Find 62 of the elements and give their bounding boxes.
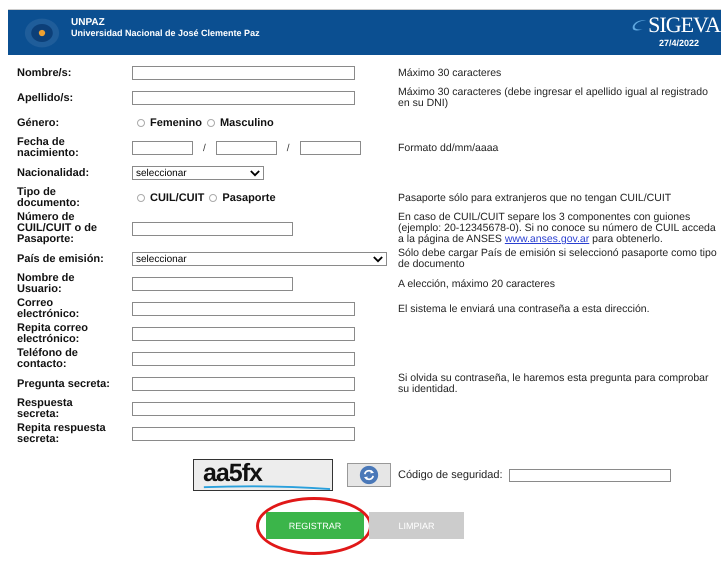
- field-label: Tipo de documento:: [17, 187, 81, 209]
- radio-label[interactable]: Pasaporte: [222, 192, 276, 204]
- field-label: Repita respuesta secreta:: [17, 423, 107, 445]
- input-field[interactable]: [132, 427, 355, 441]
- date-separator: /: [203, 142, 206, 154]
- field-label: Género:: [17, 116, 60, 130]
- help-text: Si olvida su contraseña, le haremos esta pregunta para comprobar su identidad.: [398, 373, 710, 395]
- help-text: Máximo 30 caracteres: [398, 68, 502, 78]
- field-label: Fecha de nacimiento:: [17, 137, 80, 159]
- field-label: Nacionalidad:: [17, 166, 90, 180]
- field-label: Apellido/s:: [17, 90, 74, 106]
- input-field[interactable]: [132, 402, 355, 416]
- refresh-button[interactable]: [347, 463, 391, 487]
- field-label: Pregunta secreta:: [17, 376, 111, 392]
- radio-label[interactable]: CUIL/CUIT: [150, 192, 204, 204]
- input-field[interactable]: [132, 91, 355, 105]
- radio-button[interactable]: [209, 194, 218, 202]
- field-label: Repita correo electrónico:: [17, 323, 89, 345]
- field-label: Código de seguridad:: [398, 469, 503, 481]
- header-date: 27/4/2022: [659, 38, 700, 48]
- help-text: Máximo 30 caracteres (debe ingresar el apellido igual al registrado en su DNI): [398, 87, 709, 109]
- help-text: El sistema le enviará una contraseña a esta dirección.: [398, 304, 651, 314]
- radio-button[interactable]: [137, 194, 145, 202]
- field-label: Nombre de Usuario:: [17, 273, 76, 295]
- field-label: Respuesta secreta:: [17, 398, 74, 420]
- input-field[interactable]: [132, 66, 355, 80]
- help-text: En caso de CUIL/CUIT separe los 3 componentes con guiones (ejemplo: 20-12345678-0). Si no conoce su número de CUIL acceda a la página de ANSES www.anses.gov.ar para obtenerlo.: [398, 212, 717, 245]
- org-acronym: UNPAZ: [71, 17, 106, 28]
- input-field[interactable]: [132, 327, 355, 341]
- system-name: SIGEVA: [648, 13, 720, 37]
- date-field[interactable]: [216, 141, 277, 155]
- help-text: Formato dd/mm/aaaa: [398, 142, 500, 154]
- chevron-down-icon: [373, 256, 383, 262]
- help-text: Sólo debe cargar País de emisión si seleccionó pasaporte como tipo de documento: [398, 248, 718, 270]
- field-label: Número de CUIL/CUIT o de Pasaporte:: [17, 212, 98, 245]
- input-field[interactable]: [508, 468, 671, 482]
- help-text: A elección, máximo 20 caracteres: [398, 278, 556, 290]
- chevron-down-icon: [250, 170, 260, 176]
- input-field[interactable]: [132, 302, 355, 316]
- radio-button[interactable]: [137, 119, 145, 127]
- captcha-image: aa5fx: [193, 459, 333, 491]
- org-name: Universidad Nacional de José Clemente Paz: [71, 28, 260, 38]
- field-label: Correo electrónico:: [17, 298, 80, 320]
- radio-button[interactable]: [206, 119, 215, 127]
- date-separator: /: [286, 142, 290, 154]
- anses-link[interactable]: www.anses.gov.ar: [504, 233, 590, 245]
- field-label: Nombre/s:: [17, 66, 72, 80]
- radio-label[interactable]: Masculino: [220, 117, 274, 129]
- input-field[interactable]: [132, 352, 355, 366]
- help-text: Pasaporte sólo para extranjeros que no tengan CUIL/CUIT: [398, 192, 672, 204]
- field-label: Teléfono de contacto:: [17, 348, 79, 370]
- date-field[interactable]: [300, 141, 361, 155]
- date-field[interactable]: [132, 141, 193, 155]
- input-field[interactable]: [132, 277, 293, 291]
- refresh-icon: [359, 465, 379, 485]
- input-field[interactable]: [132, 377, 355, 391]
- input-field[interactable]: [132, 222, 293, 236]
- radio-label[interactable]: Femenino: [150, 117, 202, 129]
- dropdown[interactable]: seleccionar: [132, 166, 264, 180]
- emblem-icon: [24, 16, 60, 48]
- dropdown[interactable]: seleccionar: [132, 252, 387, 266]
- field-label: País de emisión:: [17, 252, 105, 266]
